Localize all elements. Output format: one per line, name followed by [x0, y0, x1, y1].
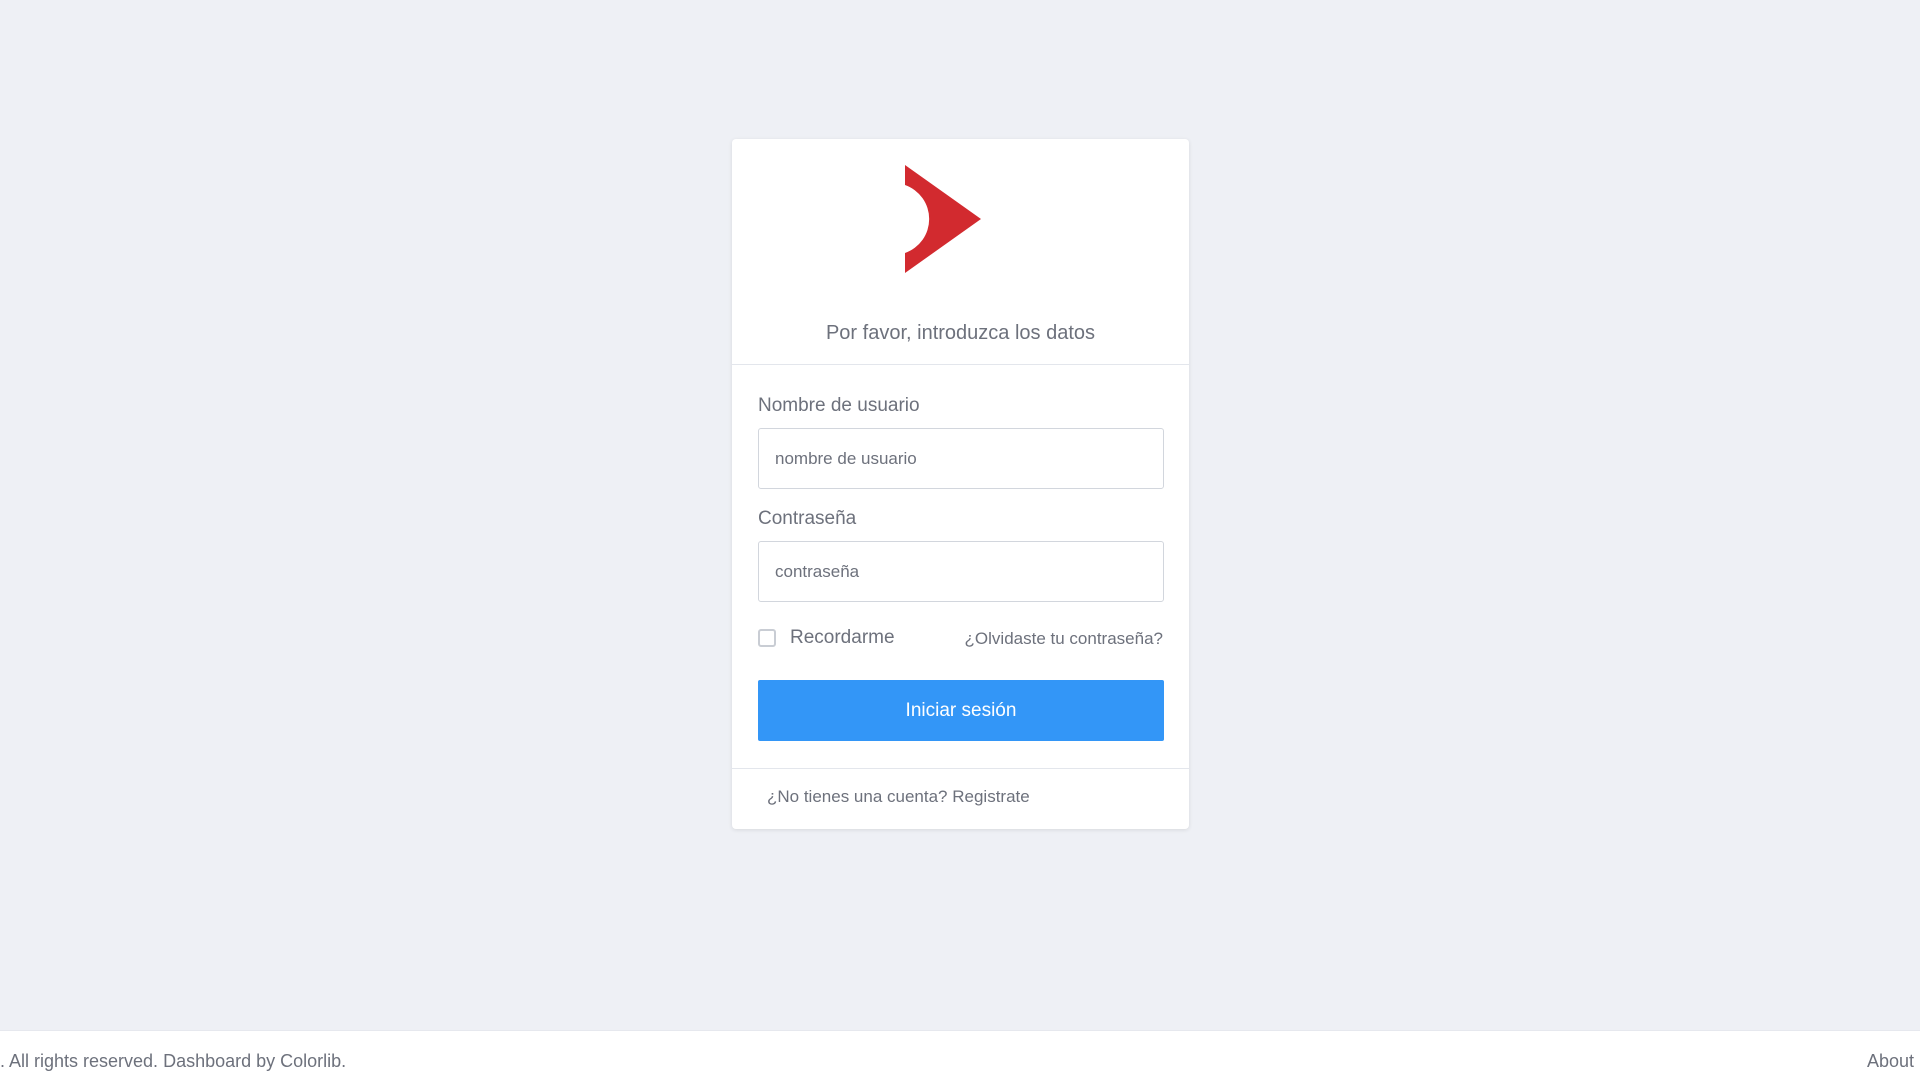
login-page: Por favor, introduzca los datos Nombre d…: [0, 0, 1920, 1080]
login-card-header: Por favor, introduzca los datos: [732, 139, 1189, 365]
login-card: Por favor, introduzca los datos Nombre d…: [732, 139, 1189, 829]
signup-link[interactable]: ¿No tienes una cuenta? Registrate: [767, 787, 1030, 807]
username-input[interactable]: [758, 428, 1164, 489]
about-link[interactable]: About: [1867, 1051, 1914, 1072]
brand-logo-icon: [905, 165, 981, 273]
footer-copyright: . All rights reserved. Dashboard by Colo…: [0, 1051, 347, 1071]
login-subtitle: Por favor, introduzca los datos: [825, 322, 1096, 344]
password-label: Contraseña: [758, 508, 857, 529]
password-input[interactable]: [758, 541, 1164, 602]
remember-checkbox[interactable]: [758, 629, 776, 647]
login-card-footer: ¿No tienes una cuenta? Registrate: [732, 768, 1189, 829]
remember-me[interactable]: Recordarme: [758, 627, 895, 649]
page-footer: . All rights reserved. Dashboard by Colo…: [0, 1030, 1920, 1080]
login-button[interactable]: Iniciar sesión: [758, 680, 1164, 741]
remember-label: Recordarme: [790, 627, 895, 648]
username-label: Nombre de usuario: [758, 395, 920, 416]
forgot-password-link[interactable]: ¿Olvidaste tu contraseña?: [965, 629, 1163, 649]
